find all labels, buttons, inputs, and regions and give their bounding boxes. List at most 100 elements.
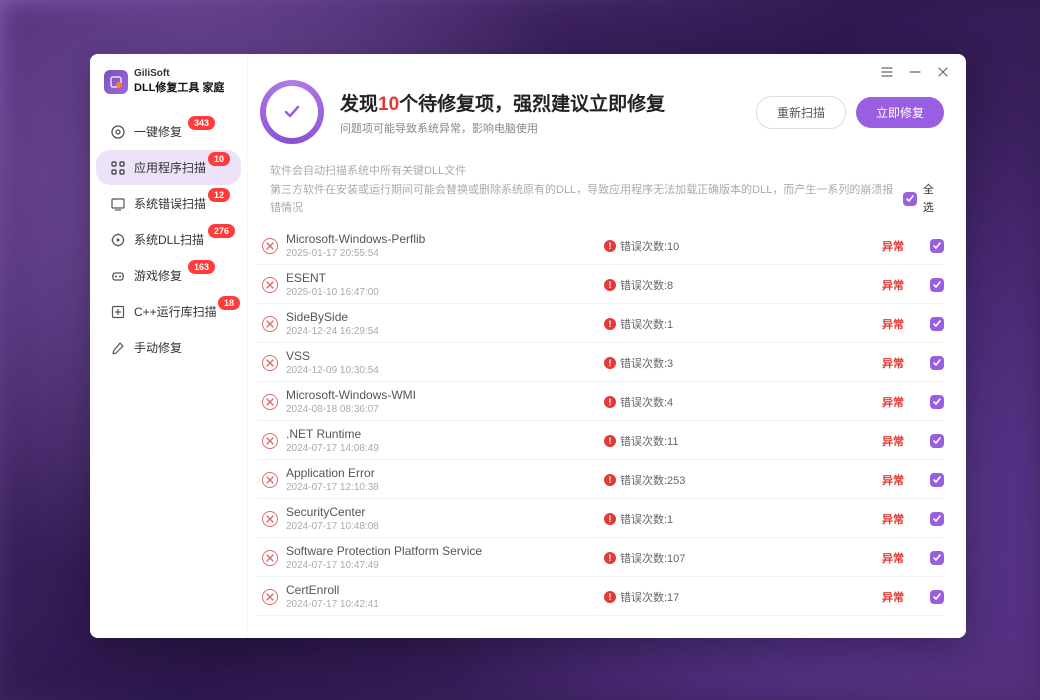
- warn-icon: !: [604, 591, 616, 603]
- issue-status: 异常: [882, 238, 904, 254]
- description-block: 软件会自动扫描系统中所有关键DLL文件 第三方软件在安装或运行期间可能会替换或删…: [248, 162, 966, 218]
- issue-status: 异常: [882, 394, 904, 410]
- warn-icon: !: [604, 318, 616, 330]
- issue-name: Application Error: [286, 466, 596, 480]
- minimize-button[interactable]: [908, 65, 922, 79]
- main-panel: 发现10个待修复项，强烈建议立即修复 问题项可能导致系统异常，影响电脑使用 重新…: [248, 54, 966, 638]
- brand-name: GiliSoft: [134, 68, 224, 79]
- sidebar-badge: 343: [188, 116, 215, 130]
- issue-checkbox[interactable]: [930, 434, 944, 448]
- sidebar-label: 系统错误扫描: [134, 195, 206, 212]
- sidebar-label: 应用程序扫描: [134, 159, 206, 176]
- issue-row[interactable]: Software Protection Platform Service2024…: [258, 538, 944, 577]
- issue-error-count: !错误次数:8: [604, 277, 794, 293]
- sidebar-badge: 276: [208, 224, 235, 238]
- issue-time: 2024-07-17 10:48:08: [286, 521, 596, 532]
- sidebar-item-0[interactable]: 一键修复 343: [96, 114, 241, 149]
- sidebar-icon-6: [110, 340, 126, 356]
- sidebar: GiliSoft DLL修复工具 家庭 一键修复343应用程序扫描10系统错误扫…: [90, 54, 248, 638]
- select-all-checkbox[interactable]: [903, 192, 916, 206]
- issue-name: Microsoft-Windows-WMI: [286, 388, 596, 402]
- issue-name: Microsoft-Windows-Perflib: [286, 232, 596, 246]
- brand: GiliSoft DLL修复工具 家庭: [90, 68, 247, 113]
- issue-name: .NET Runtime: [286, 427, 596, 441]
- issue-status: 异常: [882, 316, 904, 332]
- desc-line-1: 软件会自动扫描系统中所有关键DLL文件: [270, 162, 944, 181]
- sidebar-label: 系统DLL扫描: [134, 231, 204, 248]
- warn-icon: !: [604, 474, 616, 486]
- issue-checkbox[interactable]: [930, 551, 944, 565]
- issue-checkbox[interactable]: [930, 512, 944, 526]
- issue-name: ESENT: [286, 271, 596, 285]
- issue-status: 异常: [882, 511, 904, 527]
- sidebar-icon-4: [110, 268, 126, 284]
- issue-status: 异常: [882, 550, 904, 566]
- issue-time: 2024-12-24 16:29:54: [286, 326, 596, 337]
- warn-icon: !: [604, 435, 616, 447]
- issue-row[interactable]: Microsoft-Windows-WMI2024-08-18 08:36:07…: [258, 382, 944, 421]
- sidebar-item-2[interactable]: 系统错误扫描12: [96, 186, 241, 221]
- error-icon: [262, 511, 278, 527]
- issue-time: 2025-01-17 20:55:54: [286, 248, 596, 259]
- sidebar-badge: 10: [208, 152, 230, 166]
- issue-checkbox[interactable]: [930, 278, 944, 292]
- sidebar-label: 一键修复: [134, 123, 182, 140]
- issue-name: SideBySide: [286, 310, 596, 324]
- issue-time: 2024-07-17 12:10:38: [286, 482, 596, 493]
- issue-error-count: !错误次数:17: [604, 589, 794, 605]
- fix-now-button[interactable]: 立即修复: [856, 97, 944, 128]
- sidebar-badge: 18: [218, 296, 240, 310]
- warn-icon: !: [604, 279, 616, 291]
- error-icon: [262, 394, 278, 410]
- issue-row[interactable]: Application Error2024-07-17 12:10:38!错误次…: [258, 460, 944, 499]
- issue-status: 异常: [882, 277, 904, 293]
- issue-row[interactable]: Microsoft-Windows-Perflib 2025-01-17 20:5…: [258, 226, 944, 265]
- sidebar-icon-2: [110, 196, 126, 212]
- sidebar-badge: 163: [188, 260, 215, 274]
- menu-icon[interactable]: [880, 65, 894, 79]
- sidebar-item-1[interactable]: 应用程序扫描10: [96, 150, 241, 185]
- banner-heading: 发现10个待修复项，强烈建议立即修复: [340, 89, 665, 116]
- sidebar-icon-5: [110, 304, 126, 320]
- brand-logo-icon: [104, 70, 128, 94]
- issue-checkbox[interactable]: [930, 590, 944, 604]
- issue-checkbox[interactable]: [930, 356, 944, 370]
- error-icon: [262, 472, 278, 488]
- titlebar: [864, 54, 966, 90]
- issue-row[interactable]: SideBySide2024-12-24 16:29:54!错误次数:1异常: [258, 304, 944, 343]
- issue-checkbox[interactable]: [930, 317, 944, 331]
- sidebar-badge: 12: [208, 188, 230, 202]
- issue-row[interactable]: VSS2024-12-09 10:30:54!错误次数:3异常: [258, 343, 944, 382]
- banner-subtext: 问题项可能导致系统异常，影响电脑使用: [340, 120, 665, 136]
- issue-row[interactable]: ESENT2025-01-10 16:47:00!错误次数:8异常: [258, 265, 944, 304]
- sidebar-icon-3: [110, 232, 126, 248]
- issue-row[interactable]: SecurityCenter2024-07-17 10:48:08!错误次数:1…: [258, 499, 944, 538]
- issue-status: 异常: [882, 589, 904, 605]
- issue-name: SecurityCenter: [286, 505, 596, 519]
- brand-subtitle: DLL修复工具 家庭: [134, 79, 224, 95]
- sidebar-label: C++运行库扫描: [134, 303, 217, 320]
- issue-name: Software Protection Platform Service: [286, 544, 596, 558]
- issue-checkbox[interactable]: [930, 473, 944, 487]
- warn-icon: !: [604, 396, 616, 408]
- issue-error-count: !错误次数:10: [604, 238, 794, 254]
- error-icon: [262, 550, 278, 566]
- desc-line-2: 第三方软件在安装或运行期间可能会替换或删除系统原有的DLL，导致应用程序无法加载…: [270, 181, 903, 218]
- issue-error-count: !错误次数:3: [604, 355, 794, 371]
- close-button[interactable]: [936, 65, 950, 79]
- issue-time: 2024-07-17 10:42:41: [286, 599, 596, 610]
- rescan-button[interactable]: 重新扫描: [756, 96, 846, 129]
- issue-status: 异常: [882, 355, 904, 371]
- sidebar-item-3[interactable]: 系统DLL扫描 276: [96, 222, 241, 257]
- error-icon: [262, 277, 278, 293]
- issue-checkbox[interactable]: [930, 239, 944, 253]
- select-all[interactable]: 全选: [903, 181, 944, 218]
- sidebar-item-4[interactable]: 游戏修复163: [96, 258, 241, 293]
- issue-checkbox[interactable]: [930, 395, 944, 409]
- issue-row[interactable]: CertEnroll2024-07-17 10:42:41!错误次数:17异常: [258, 577, 944, 616]
- issue-row[interactable]: .NET Runtime2024-07-17 14:08:49!错误次数:11异…: [258, 421, 944, 460]
- error-icon: [262, 589, 278, 605]
- sidebar-item-6[interactable]: 手动修复: [96, 330, 241, 365]
- sidebar-item-5[interactable]: C++运行库扫描18: [96, 294, 241, 329]
- sidebar-label: 手动修复: [134, 339, 182, 356]
